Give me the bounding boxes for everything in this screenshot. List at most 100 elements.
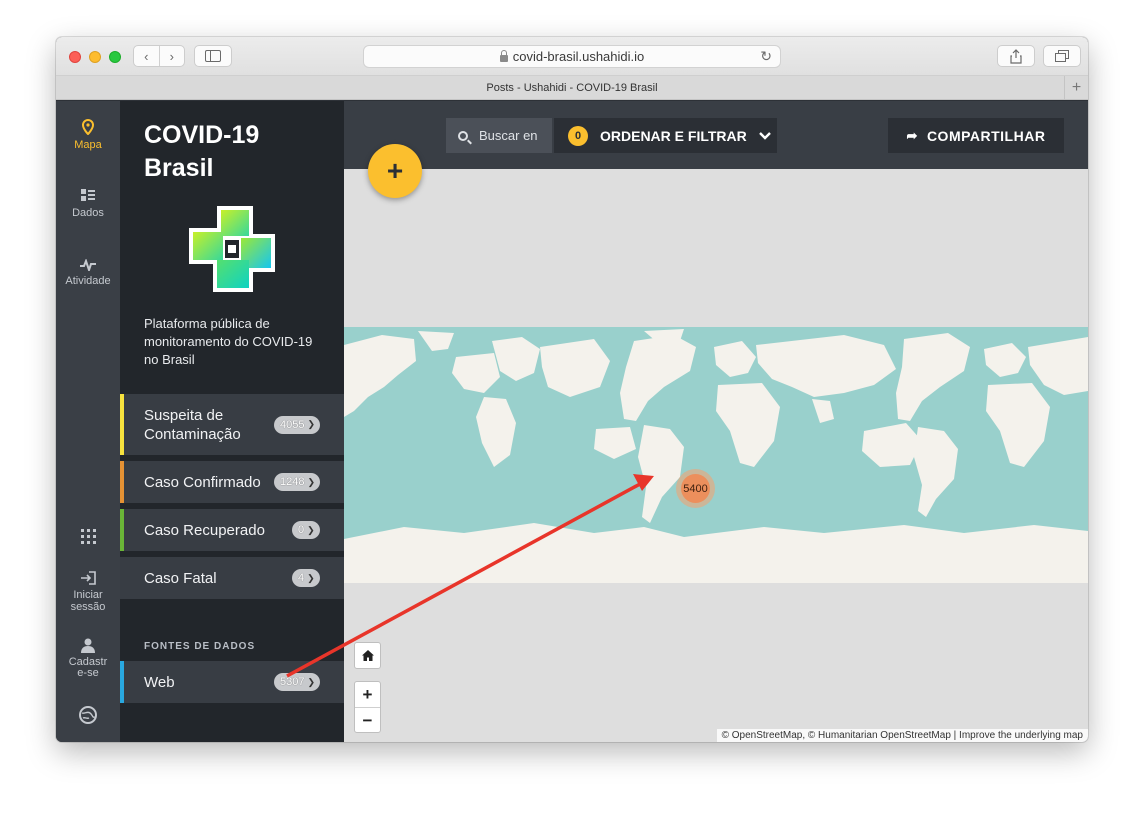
rail-label-login: Iniciar sessão xyxy=(70,589,106,613)
world-map-tiles[interactable] xyxy=(344,327,1088,583)
map-toolbar: Buscar en 0 ORDENAR E FILTRAR ➦ COMPARTI… xyxy=(344,101,1088,169)
category-color-bar xyxy=(120,461,124,503)
category-label: Suspeita de Contaminação xyxy=(144,406,241,443)
category-color-bar xyxy=(120,509,124,551)
tab-bar: Posts - Ushahidi - COVID-19 Brasil + xyxy=(56,76,1088,100)
category-count: 1248 xyxy=(279,476,305,488)
minimize-window-button[interactable] xyxy=(89,51,101,63)
deployment-title: COVID-19 Brasil xyxy=(144,121,260,182)
apps-grid-button[interactable] xyxy=(56,529,120,548)
ushahidi-logo[interactable] xyxy=(56,705,120,729)
rail-item-activity[interactable]: Atividade xyxy=(56,259,120,287)
map-marker-icon xyxy=(82,119,94,135)
source-count-toggle[interactable]: 5307 ❯ xyxy=(273,673,320,691)
tabs-icon xyxy=(1055,50,1069,62)
rail-label-data: Dados xyxy=(72,207,104,219)
tab-overview-button[interactable] xyxy=(1043,45,1081,67)
zoom-in-button[interactable]: + xyxy=(355,682,380,708)
category-count: 4 xyxy=(298,572,305,584)
ushahidi-app: Mapa Dados Atividade Iniciar sessão Cada… xyxy=(56,101,1088,742)
search-icon xyxy=(458,130,468,141)
share-label: COMPARTILHAR xyxy=(926,127,1046,144)
map-attribution[interactable]: © OpenStreetMap, © Humanitarian OpenStre… xyxy=(716,729,1088,742)
rail-item-signup[interactable]: Cadastre-se xyxy=(56,638,120,679)
category-color-bar xyxy=(120,394,124,455)
sort-filter-label: ORDENAR E FILTRAR xyxy=(600,127,747,144)
rail-label-map: Mapa xyxy=(74,139,102,151)
url-text: covid-brasil.ushahidi.io xyxy=(512,49,645,64)
category-count-toggle[interactable]: 4055 ❯ xyxy=(273,415,320,434)
category-count-toggle[interactable]: 0 ❯ xyxy=(292,521,320,539)
category-label: Caso Confirmado xyxy=(144,473,261,491)
share-icon xyxy=(1010,48,1022,64)
login-icon xyxy=(81,571,96,585)
history-nav: ‹ › xyxy=(133,45,185,67)
map-cluster-marker[interactable]: 5400 xyxy=(676,469,715,508)
search-button[interactable]: Buscar en xyxy=(446,118,552,153)
category-label: Caso Fatal xyxy=(144,569,217,587)
reload-icon[interactable]: ↻ xyxy=(760,48,772,65)
category-recovered[interactable]: Caso Recuperado 0 ❯ xyxy=(120,509,344,551)
sidebar-toggle-button[interactable] xyxy=(194,45,232,67)
grid-icon xyxy=(80,529,96,544)
deployment-panel: COVID-19 Brasil Plataforma pública de mo… xyxy=(120,101,344,742)
icon-rail: Mapa Dados Atividade Iniciar sessão Cada… xyxy=(56,101,120,742)
ushahidi-globe-icon xyxy=(79,706,97,724)
address-bar[interactable]: covid-brasil.ushahidi.io ↻ xyxy=(363,45,781,68)
chevron-down-icon: ❯ xyxy=(307,476,315,487)
rail-label-signup: Cadastre-se xyxy=(68,656,108,679)
lock-icon xyxy=(499,50,508,62)
reset-view-button[interactable] xyxy=(354,642,381,669)
world-copy-center xyxy=(620,329,934,523)
user-icon xyxy=(81,638,95,653)
zoom-control: + − xyxy=(354,681,381,733)
share-arrow-icon: ➦ xyxy=(906,127,918,143)
chevron-down-icon xyxy=(758,131,771,140)
source-count: 5307 xyxy=(279,676,305,688)
chevron-down-icon: ❯ xyxy=(307,676,315,687)
add-post-button[interactable]: + xyxy=(368,144,422,198)
category-count: 4055 xyxy=(279,418,305,431)
category-suspected[interactable]: Suspeita de Contaminação 4055 ❯ xyxy=(120,394,344,455)
zoom-out-button[interactable]: − xyxy=(355,708,380,734)
browser-titlebar: ‹ › covid-brasil.ushahidi.io ↻ xyxy=(56,37,1088,76)
share-page-button[interactable] xyxy=(997,45,1035,67)
rail-item-map[interactable]: Mapa xyxy=(56,119,120,151)
category-count-toggle[interactable]: 4 ❯ xyxy=(292,569,320,587)
sidebar-icon xyxy=(205,50,221,62)
source-color-bar xyxy=(120,661,124,703)
source-web[interactable]: Web 5307 ❯ xyxy=(120,661,344,703)
rail-label-activity: Atividade xyxy=(65,275,111,287)
activity-pulse-icon xyxy=(80,259,96,271)
plus-icon: + xyxy=(386,155,404,186)
browser-window: ‹ › covid-brasil.ushahidi.io ↻ Posts - U… xyxy=(56,37,1088,742)
new-tab-icon[interactable]: + xyxy=(1064,76,1088,99)
cluster-count: 5400 xyxy=(681,474,710,503)
category-count-toggle[interactable]: 1248 ❯ xyxy=(273,473,320,491)
zoom-window-button[interactable] xyxy=(109,51,121,63)
category-fatal[interactable]: Caso Fatal 4 ❯ xyxy=(120,557,344,599)
category-count: 0 xyxy=(298,524,305,536)
search-placeholder: Buscar en xyxy=(479,128,538,143)
chevron-down-icon: ❯ xyxy=(307,572,315,583)
share-button[interactable]: ➦ COMPARTILHAR xyxy=(888,118,1064,153)
category-label: Caso Recuperado xyxy=(144,521,265,539)
world-landmass xyxy=(344,329,1088,583)
sort-filter-button[interactable]: 0 ORDENAR E FILTRAR xyxy=(554,118,777,153)
forward-icon[interactable]: › xyxy=(159,49,184,64)
map-view[interactable]: Buscar en 0 ORDENAR E FILTRAR ➦ COMPARTI… xyxy=(344,101,1088,742)
tab-title[interactable]: Posts - Ushahidi - COVID-19 Brasil xyxy=(486,82,657,94)
chevron-down-icon: ❯ xyxy=(307,419,315,429)
data-sources-heading: FONTES DE DADOS xyxy=(144,641,256,652)
data-list-icon xyxy=(81,189,95,201)
close-window-button[interactable] xyxy=(69,51,81,63)
home-icon xyxy=(361,650,374,661)
rail-item-data[interactable]: Dados xyxy=(56,189,120,219)
chevron-down-icon: ❯ xyxy=(307,524,315,535)
source-label: Web xyxy=(144,673,175,691)
category-confirmed[interactable]: Caso Confirmado 1248 ❯ xyxy=(120,461,344,503)
world-copy-left xyxy=(344,331,636,467)
world-copy-right xyxy=(896,333,1088,517)
rail-item-login[interactable]: Iniciar sessão xyxy=(56,571,120,613)
back-icon[interactable]: ‹ xyxy=(134,49,159,64)
